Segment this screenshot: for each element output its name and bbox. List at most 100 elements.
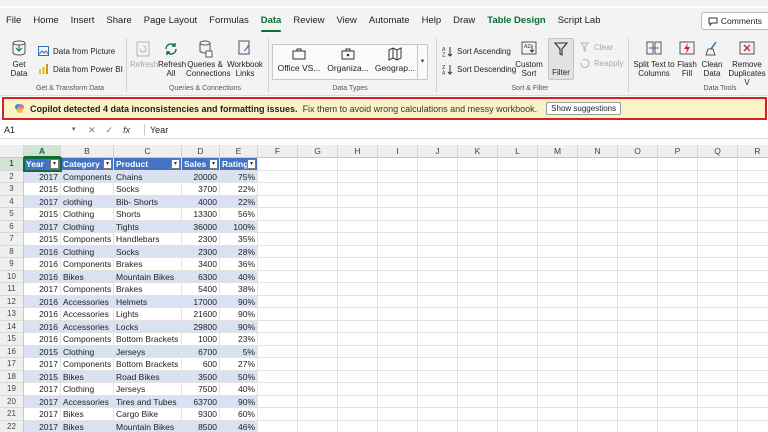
empty-cell[interactable] [498,270,538,283]
table-cell[interactable]: 90% [220,395,258,408]
empty-cell[interactable] [538,270,578,283]
empty-cell[interactable] [258,333,298,346]
empty-cell[interactable] [658,158,698,171]
table-cell[interactable]: clothing [61,195,114,208]
empty-cell[interactable] [298,358,338,371]
empty-cell[interactable] [618,370,658,383]
empty-cell[interactable] [258,408,298,421]
table-cell[interactable]: 2017 [24,195,61,208]
empty-cell[interactable] [698,383,738,396]
filter-dropdown-icon[interactable]: ▾ [103,159,112,169]
empty-cell[interactable] [618,395,658,408]
table-cell[interactable]: 7500 [182,383,220,396]
tab-view[interactable]: View [330,10,362,32]
row-header[interactable]: 17 [0,358,24,371]
table-header-cell[interactable]: Rating ▾ [220,158,258,171]
empty-cell[interactable] [418,383,458,396]
table-cell[interactable]: 2016 [24,295,61,308]
empty-cell[interactable] [538,158,578,171]
empty-cell[interactable] [418,358,458,371]
table-cell[interactable]: Cargo Bike [114,408,182,421]
empty-cell[interactable] [258,158,298,171]
empty-cell[interactable] [738,208,768,221]
empty-cell[interactable] [298,245,338,258]
row-header[interactable]: 2 [0,170,24,183]
empty-cell[interactable] [618,220,658,233]
empty-cell[interactable] [258,295,298,308]
empty-cell[interactable] [698,420,738,432]
empty-cell[interactable] [658,395,698,408]
column-header-m[interactable]: M [538,145,578,158]
table-header-cell[interactable]: Category ▾ [61,158,114,171]
table-cell[interactable]: 2017 [24,395,61,408]
empty-cell[interactable] [498,258,538,271]
empty-cell[interactable] [458,283,498,296]
table-cell[interactable]: Clothing [61,220,114,233]
empty-cell[interactable] [498,295,538,308]
table-cell[interactable]: Components [61,258,114,271]
empty-cell[interactable] [338,170,378,183]
table-cell[interactable]: Accessories [61,395,114,408]
empty-cell[interactable] [658,258,698,271]
empty-cell[interactable] [258,383,298,396]
empty-cell[interactable] [498,233,538,246]
table-cell[interactable]: Components [61,170,114,183]
empty-cell[interactable] [298,408,338,421]
empty-cell[interactable] [578,408,618,421]
table-cell[interactable]: 2017 [24,283,61,296]
empty-cell[interactable] [738,196,768,208]
table-cell[interactable]: 21600 [182,308,220,321]
empty-cell[interactable] [378,320,418,333]
empty-cell[interactable] [658,358,698,371]
table-cell[interactable]: 90% [220,308,258,321]
empty-cell[interactable] [658,195,698,208]
empty-cell[interactable] [498,358,538,371]
empty-cell[interactable] [738,171,768,183]
row-header[interactable]: 5 [0,208,24,221]
empty-cell[interactable] [698,370,738,383]
column-header-c[interactable]: C [114,145,182,158]
empty-cell[interactable] [538,233,578,246]
empty-cell[interactable] [658,308,698,321]
tab-file[interactable]: File [0,10,27,32]
empty-cell[interactable] [498,183,538,196]
table-cell[interactable]: 3700 [182,183,220,196]
row-header[interactable]: 6 [0,220,24,233]
empty-cell[interactable] [498,420,538,432]
empty-cell[interactable] [738,383,768,396]
filter-dropdown-icon[interactable]: ▾ [209,159,218,169]
table-cell[interactable]: Bottom Brackets [114,358,182,371]
empty-cell[interactable] [418,308,458,321]
tab-insert[interactable]: Insert [65,10,101,32]
empty-cell[interactable] [658,220,698,233]
workbook-links-button[interactable]: Workbook Links [226,40,264,78]
empty-cell[interactable] [378,295,418,308]
name-box[interactable]: A1 [2,123,82,137]
empty-cell[interactable] [738,271,768,283]
row-header[interactable]: 4 [0,195,24,208]
empty-cell[interactable] [578,308,618,321]
column-header-d[interactable]: D [182,145,220,158]
empty-cell[interactable] [298,170,338,183]
empty-cell[interactable] [298,258,338,271]
filter-button[interactable]: Filter [548,40,574,77]
empty-cell[interactable] [298,370,338,383]
table-header-cell[interactable]: Product ▾ [114,158,182,171]
column-header-n[interactable]: N [578,145,618,158]
empty-cell[interactable] [618,283,658,296]
empty-cell[interactable] [738,308,768,321]
empty-cell[interactable] [618,333,658,346]
empty-cell[interactable] [658,320,698,333]
empty-cell[interactable] [258,195,298,208]
table-cell[interactable]: Components [61,283,114,296]
empty-cell[interactable] [658,408,698,421]
empty-cell[interactable] [378,208,418,221]
empty-cell[interactable] [338,308,378,321]
table-cell[interactable]: 13300 [182,208,220,221]
empty-cell[interactable] [338,333,378,346]
empty-cell[interactable] [258,270,298,283]
empty-cell[interactable] [338,258,378,271]
table-cell[interactable]: Mountain Bikes [114,420,182,432]
empty-cell[interactable] [378,333,418,346]
empty-cell[interactable] [538,295,578,308]
